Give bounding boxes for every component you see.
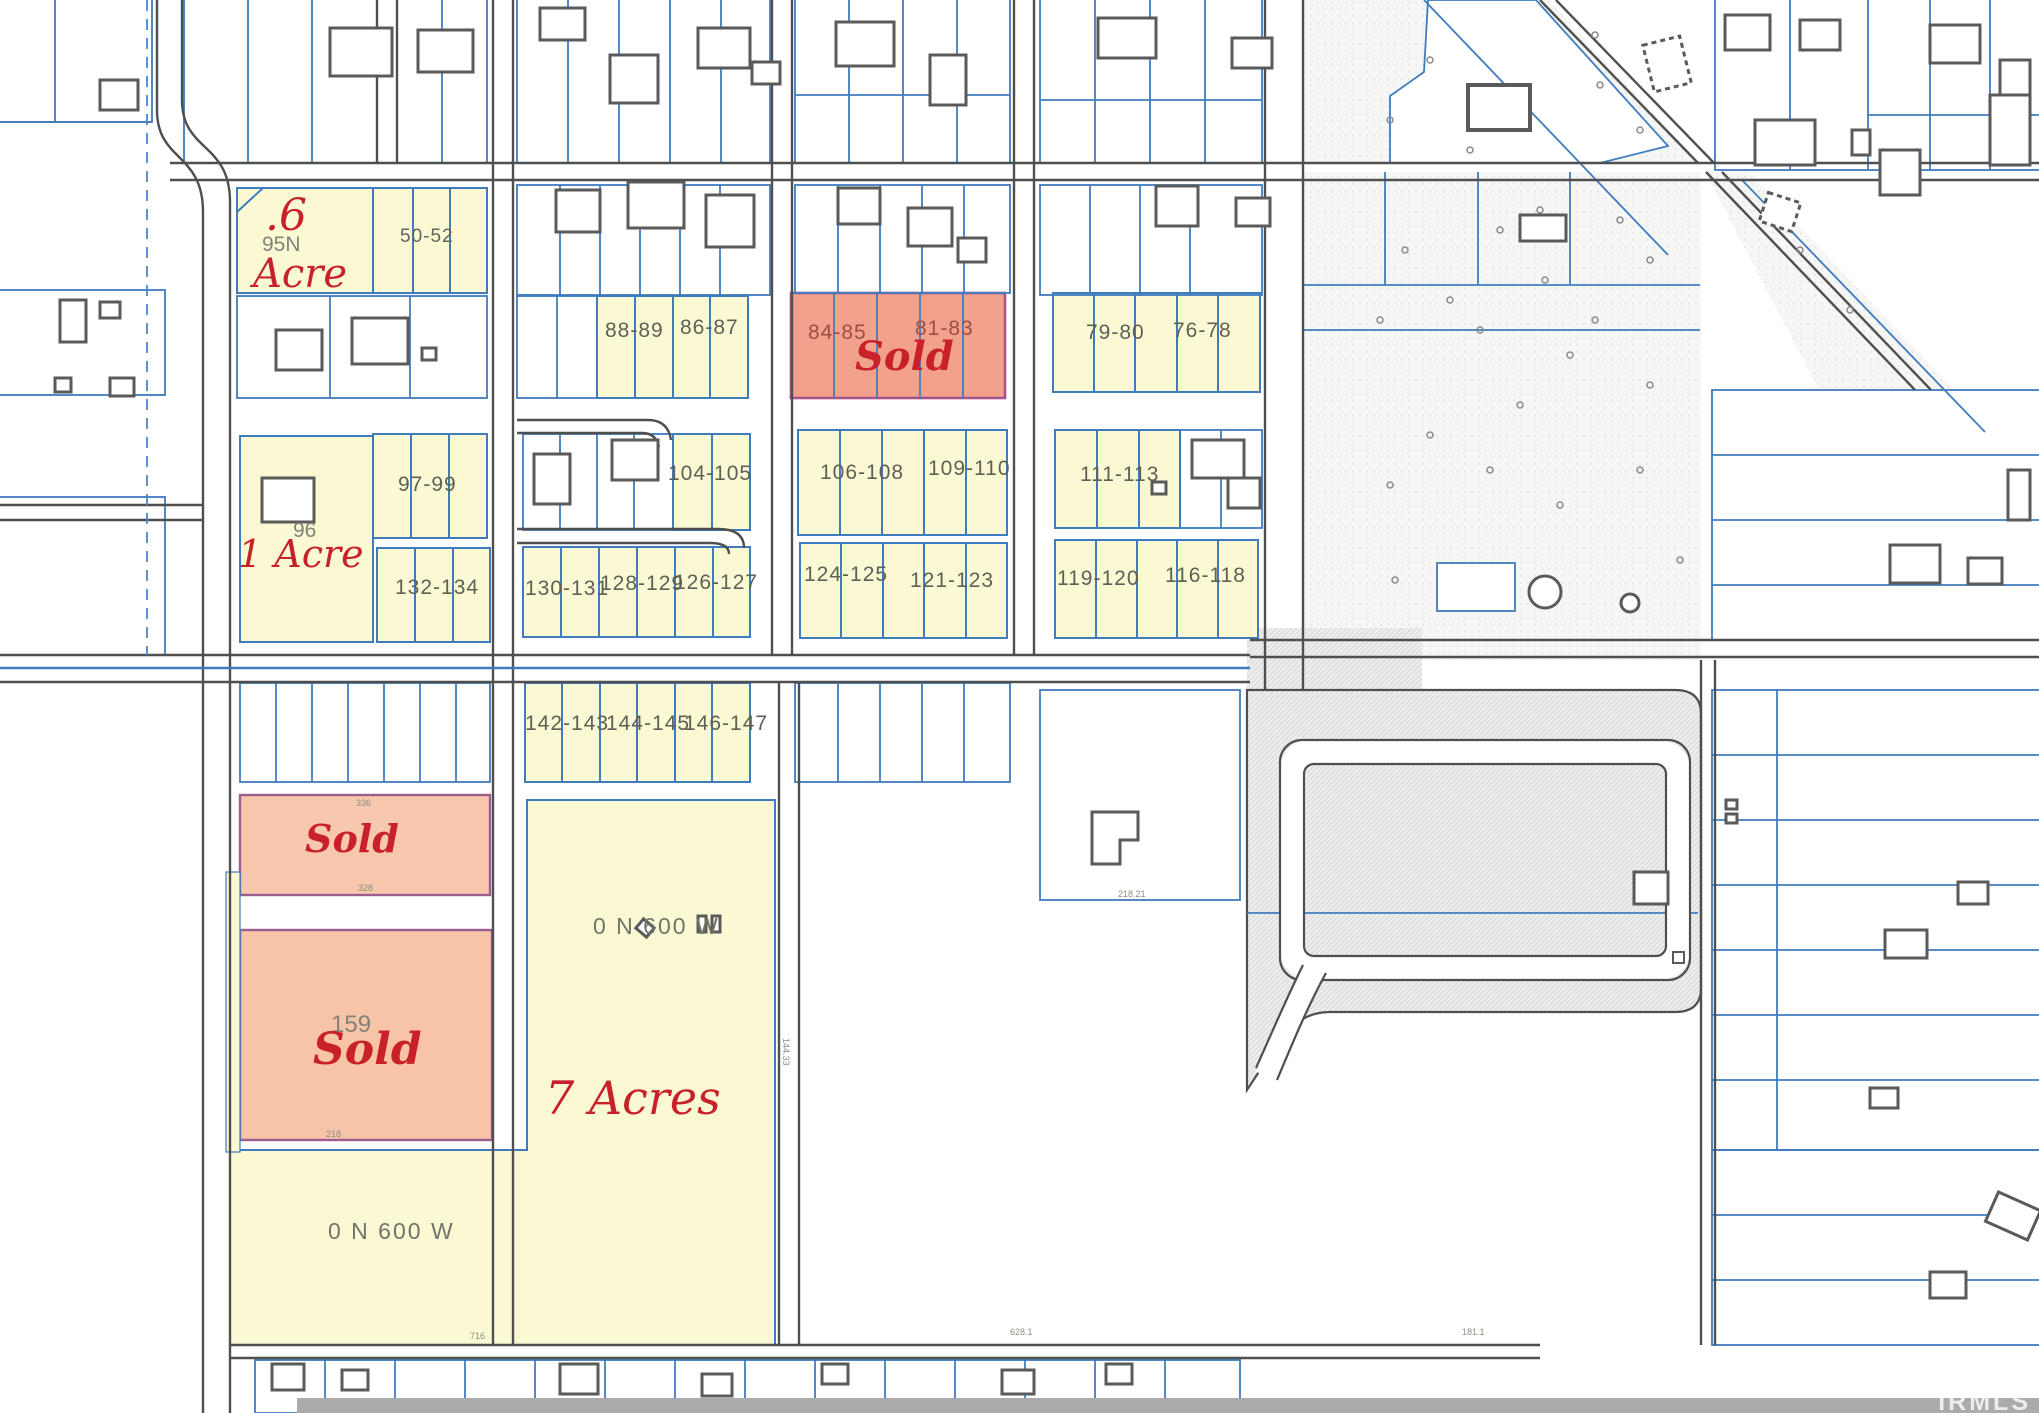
lot-label-86-87: 86-87	[680, 317, 739, 338]
street-label-0n600w-upper: 0 N 600 W	[593, 915, 720, 938]
lot-label-50-52: 50-52	[400, 227, 454, 246]
dimension-144-33: 144.33	[781, 1038, 790, 1066]
street-label-0n600w-lower: 0 N 600 W	[328, 1220, 455, 1243]
lot-label-76-78: 76-78	[1173, 320, 1232, 341]
acreage-label-point6: .6	[265, 194, 307, 238]
dimension-218: 218	[326, 1130, 341, 1139]
lot-label-126-127: 126-127	[674, 572, 758, 593]
lot-label-144-145: 144-145	[606, 713, 690, 734]
lot-label-106-108: 106-108	[820, 462, 904, 483]
lot-label-130-131: 130-131	[525, 578, 609, 599]
dimension-218-21: 218.21	[1118, 890, 1146, 899]
dimension-181-1: 181.1	[1462, 1328, 1485, 1337]
lot-label-79-80: 79-80	[1086, 322, 1145, 343]
dimension-628-1: 628.1	[1010, 1328, 1033, 1337]
sold-label-bottom: Sold	[313, 1028, 422, 1072]
acreage-label-1-acre: 1 Acre	[238, 535, 364, 573]
lot-label-119-120: 119-120	[1057, 568, 1140, 589]
lot-label-97-99: 97-99	[398, 474, 457, 495]
dimension-336: 336	[356, 799, 371, 808]
lot-label-146-147: 146-147	[684, 713, 768, 734]
lot-label-132-134: 132-134	[395, 577, 479, 598]
dimension-716: 716	[470, 1332, 485, 1341]
parcel-group-79-76	[1053, 293, 1260, 392]
lot-label-88-89: 88-89	[605, 320, 664, 341]
irmls-watermark: IRMLS	[1938, 1388, 2031, 1413]
footer-bar: IRMLS	[297, 1398, 2039, 1413]
lot-label-109-110: 109-110	[928, 458, 1011, 479]
acreage-label-7-acres: 7 Acres	[545, 1075, 721, 1121]
lot-label-142-143: 142-143	[525, 713, 609, 734]
lot-label-111-113: 111-113	[1080, 464, 1159, 485]
acreage-label-acre: Acre	[253, 254, 347, 294]
sold-label-mid: Sold	[305, 820, 399, 858]
lot-label-121-123: 121-123	[910, 570, 994, 591]
parcel-group-88-87	[597, 296, 748, 398]
lot-label-104-105: 104-105	[668, 463, 752, 484]
lot-label-128-129: 128-129	[600, 573, 684, 594]
sold-label-top: Sold	[855, 337, 954, 377]
lot-label-116-118: 116-118	[1165, 565, 1246, 586]
lot-label-124-125: 124-125	[804, 564, 888, 585]
plat-map: .6 95N Acre 50-52 88-89 86-87 84-85 81-8…	[0, 0, 2039, 1413]
dimension-328: 328	[358, 884, 373, 893]
